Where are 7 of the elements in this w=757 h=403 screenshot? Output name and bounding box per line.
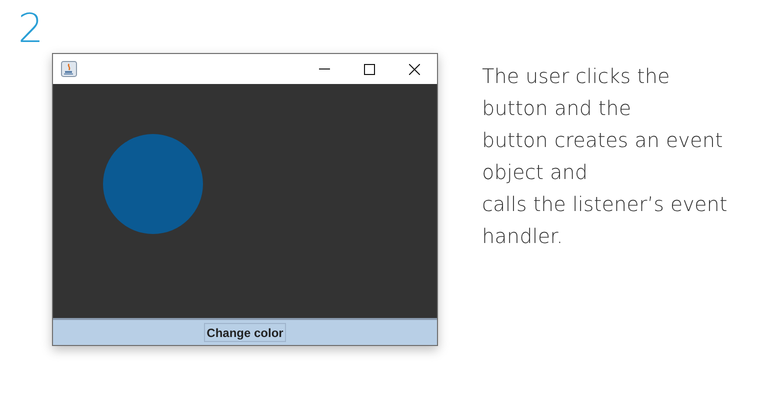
close-icon [409, 64, 420, 74]
maximize-icon [364, 64, 375, 74]
minimize-icon [319, 68, 330, 70]
change-color-button[interactable]: Change color [204, 323, 286, 342]
cup-icon [61, 61, 77, 77]
step-number: 2 [18, 8, 44, 53]
caption-text: The user clicks the button and the button creates an event object and calls the listener’s event handler. [482, 63, 728, 250]
